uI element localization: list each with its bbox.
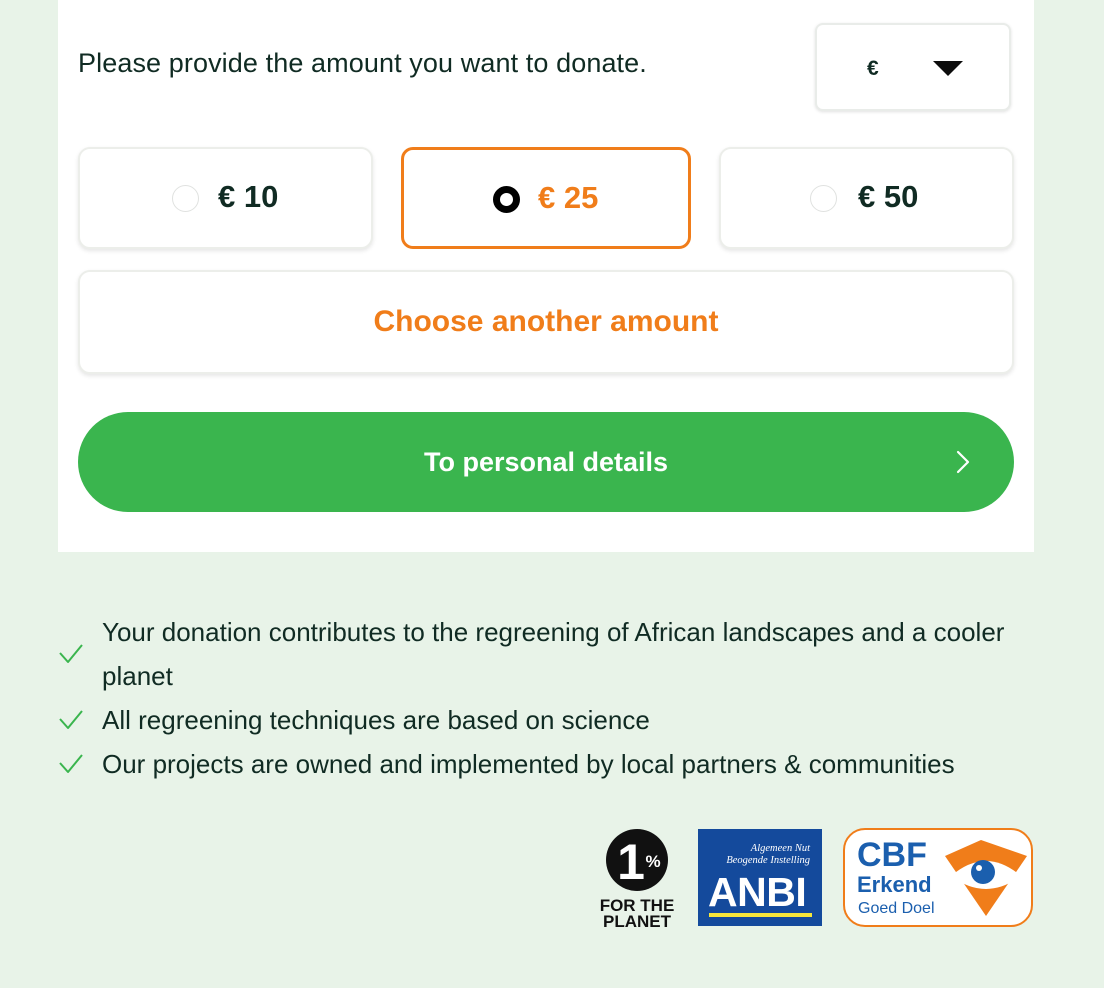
amount-option-50[interactable]: € 50	[719, 147, 1014, 249]
chevron-right-icon	[956, 450, 970, 474]
usp-text: Our projects are owned and implemented b…	[102, 749, 955, 779]
usp-text: Your donation contributes to the regreen…	[102, 617, 1005, 691]
amount-radio-selected[interactable]	[493, 186, 520, 213]
amount-label: € 25	[538, 180, 599, 215]
caret-down-icon	[933, 61, 963, 76]
logo-line2: PLANET	[603, 912, 672, 928]
cbf-name: CBF	[857, 836, 927, 874]
logo-numeral: 1	[617, 834, 645, 890]
anbi-line2: Beogende Instelling	[726, 855, 810, 866]
anbi-underline	[709, 913, 812, 917]
choose-another-amount-button[interactable]: Choose another amount	[78, 270, 1014, 374]
cbf-line2: Erkend	[857, 872, 932, 897]
amount-label: € 10	[218, 179, 279, 214]
currency-select[interactable]: €	[815, 23, 1011, 111]
currency-value: €	[867, 57, 879, 80]
cbf-line3: Goed Doel	[858, 900, 935, 917]
usp-item: Our projects are owned and implemented b…	[58, 742, 1048, 786]
usp-text: All regreening techniques are based on s…	[102, 705, 650, 735]
checkmark-icon	[59, 710, 83, 729]
amount-option-25[interactable]: € 25	[401, 147, 691, 249]
to-personal-details-button[interactable]: To personal details	[78, 412, 1014, 512]
usp-item: All regreening techniques are based on s…	[58, 698, 1048, 742]
amount-radio[interactable]	[810, 185, 837, 212]
anbi-name: ANBI	[708, 869, 807, 915]
usp-list: Your donation contributes to the regreen…	[58, 610, 1048, 786]
cbf-eye-icon	[945, 840, 1027, 916]
checkmark-icon	[59, 644, 83, 663]
amount-prompt: Please provide the amount you want to do…	[78, 48, 647, 78]
amount-option-10[interactable]: € 10	[78, 147, 373, 249]
cbf-erkend-logo: CBF Erkend Goed Doel	[843, 828, 1033, 927]
anbi-logo: Algemeen Nut Beogende Instelling ANBI	[698, 829, 822, 926]
logo-percent: %	[645, 852, 660, 871]
usp-item: Your donation contributes to the regreen…	[58, 610, 1048, 698]
submit-label: To personal details	[423, 447, 669, 477]
checkmark-icon	[59, 754, 83, 773]
one-percent-for-the-planet-logo: 1 % FOR THE PLANET	[600, 829, 674, 928]
amount-label: € 50	[858, 179, 919, 214]
amount-radio[interactable]	[172, 185, 199, 212]
anbi-line1: Algemeen Nut	[750, 843, 810, 854]
